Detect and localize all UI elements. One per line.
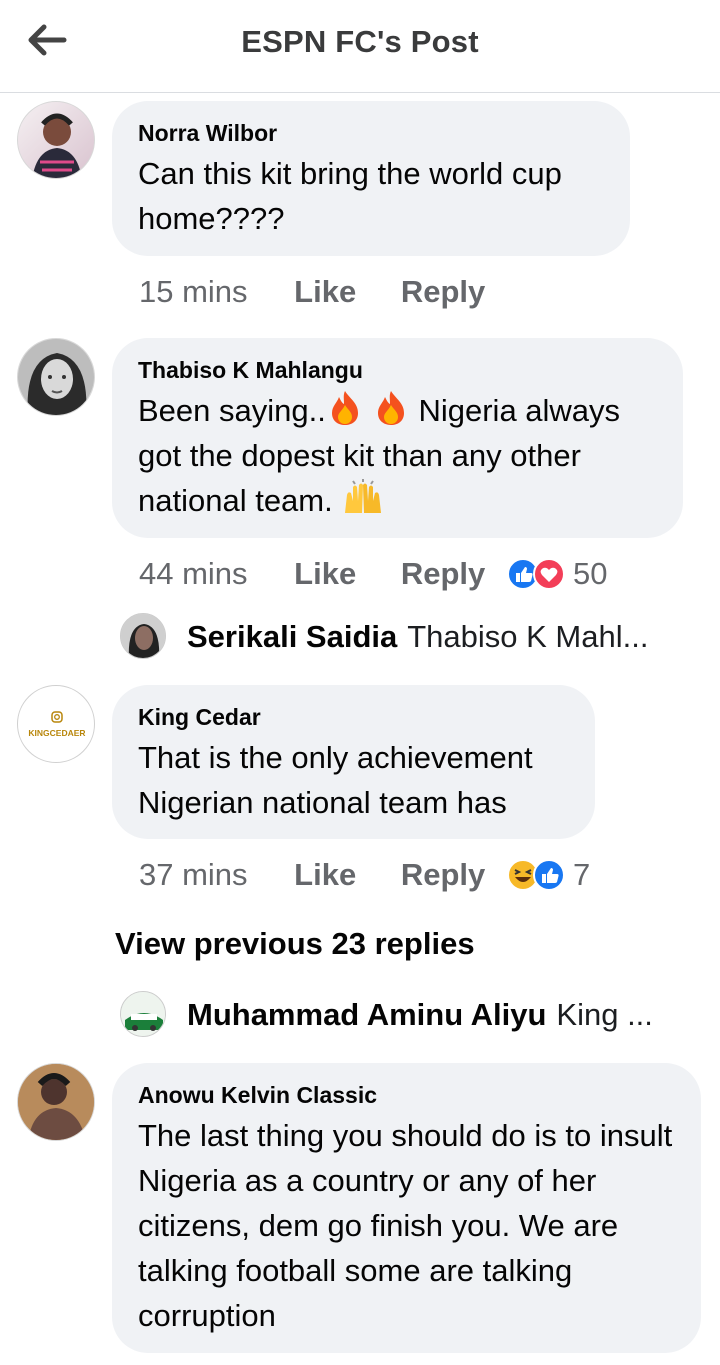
reply-author: Muhammad Aminu Aliyu — [187, 997, 547, 1032]
reply-avatar[interactable] — [120, 991, 166, 1037]
raising-hands-emoji-icon — [345, 479, 382, 513]
reply-button[interactable]: Reply — [401, 554, 485, 594]
comment-time: 44 mins — [139, 556, 248, 591]
comment-text: Been saying.. Nigeria always got the dop… — [138, 388, 657, 523]
comment-actions: 37 mins Like Reply — [139, 855, 485, 895]
reaction-count: 50 — [573, 556, 608, 591]
reply-avatar[interactable] — [120, 613, 166, 659]
fire-emoji-icon — [377, 391, 404, 425]
avatar[interactable]: KINGCEDAER — [17, 685, 95, 763]
like-button[interactable]: Like — [294, 855, 356, 895]
comment-bubble: Thabiso K Mahlangu Been saying.. Nigeria… — [112, 338, 683, 538]
comment-time: 37 mins — [139, 857, 248, 892]
top-bar: ESPN FC's Post — [0, 0, 720, 93]
love-reaction-icon — [533, 558, 565, 590]
comment-time: 15 mins — [139, 274, 248, 309]
comment-author[interactable]: Thabiso K Mahlangu — [138, 356, 657, 384]
page-title: ESPN FC's Post — [241, 24, 479, 59]
avatar-logo-text: KINGCEDAER — [28, 728, 85, 738]
comment-author[interactable]: Anowu Kelvin Classic — [138, 1081, 675, 1109]
comment-text: Can this kit bring the world cup home???… — [138, 156, 562, 236]
reply-snippet: Thabiso K Mahl... — [407, 619, 649, 654]
avatar[interactable] — [17, 101, 95, 179]
comment-bubble: Anowu Kelvin Classic The last thing you … — [112, 1063, 701, 1353]
like-button[interactable]: Like — [294, 554, 356, 594]
reply-preview[interactable]: Serikali Saidia Thabiso K Mahl... — [187, 614, 682, 660]
reply-button[interactable]: Reply — [401, 272, 485, 312]
comment-actions: 44 mins Like Reply — [139, 554, 485, 594]
reply-author: Serikali Saidia — [187, 619, 398, 654]
comment-bubble: King Cedar That is the only achievement … — [112, 685, 595, 839]
like-button[interactable]: Like — [294, 272, 356, 312]
comment-text: The last thing you should do is to insul… — [138, 1118, 673, 1333]
fire-emoji-icon — [331, 391, 358, 425]
comment-author[interactable]: King Cedar — [138, 703, 569, 731]
reaction-summary[interactable]: 7 — [507, 855, 590, 895]
reply-button[interactable]: Reply — [401, 855, 485, 895]
avatar[interactable] — [17, 1063, 95, 1141]
comment-actions: 15 mins Like Reply — [139, 272, 485, 312]
comment-text-part: Been saying.. — [138, 393, 326, 428]
comment-bubble: Norra Wilbor Can this kit bring the worl… — [112, 101, 630, 256]
comment-author[interactable]: Norra Wilbor — [138, 119, 604, 147]
view-previous-replies-link[interactable]: View previous 23 replies — [115, 922, 475, 966]
reply-snippet: King ... — [556, 997, 653, 1032]
reaction-count: 7 — [573, 857, 591, 892]
comment-text: That is the only achievement Nigerian na… — [138, 740, 533, 820]
avatar[interactable] — [17, 338, 95, 416]
like-reaction-icon — [533, 859, 565, 891]
reply-preview[interactable]: Muhammad Aminu Aliyu King ... — [187, 992, 682, 1038]
reaction-summary[interactable]: 50 — [507, 554, 607, 594]
